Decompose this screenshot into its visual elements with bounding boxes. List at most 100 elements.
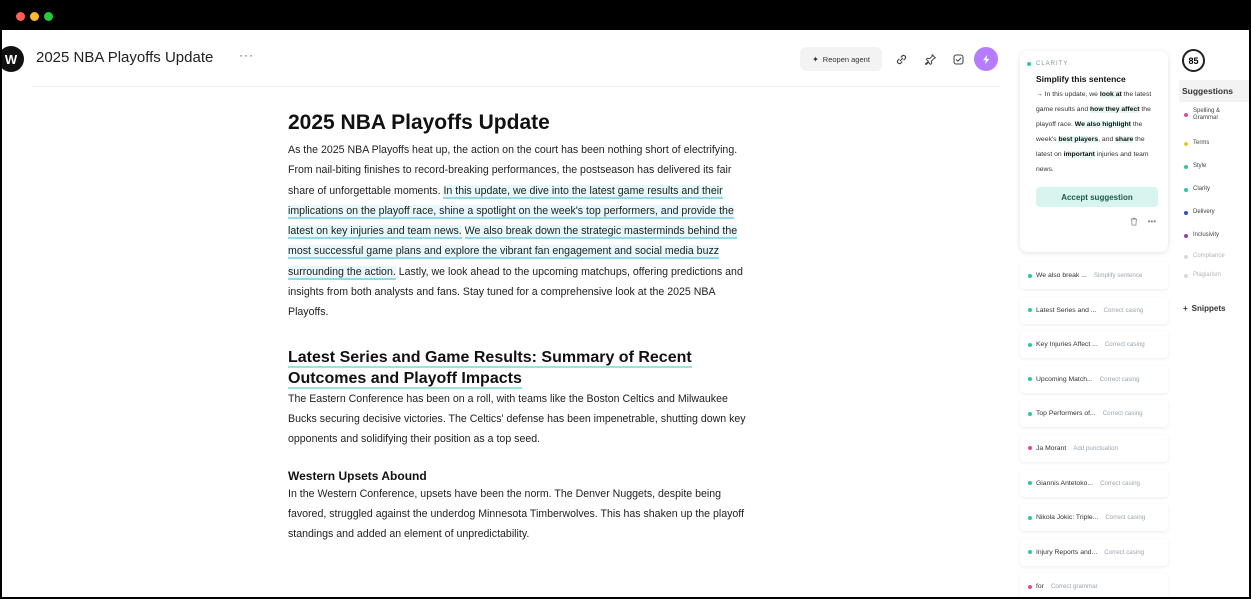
active-suggestion-card[interactable]: CLARITY Simplify this sentence → In this… [1020, 51, 1168, 252]
filter-label: Plagiarism [1193, 272, 1222, 278]
suggestion-text: Ja Morant [1036, 444, 1067, 452]
document-heading: 2025 NBA Playoffs Update [288, 111, 550, 134]
filter-label: Delivery [1193, 209, 1215, 215]
app-logo[interactable]: W [2, 46, 24, 72]
western-paragraph: In the Western Conference, upsets have b… [288, 487, 745, 541]
filter-label: Compliance [1193, 253, 1225, 259]
intro-paragraph: As the 2025 NBA Playoffs heat up, the ac… [288, 140, 748, 323]
reopen-agent-label: Reopen agent [822, 54, 870, 64]
filter-label: Clarity [1193, 186, 1211, 192]
plus-icon: + [1183, 304, 1188, 313]
filter-style[interactable]: Style [1184, 163, 1249, 170]
category-dot-icon [1184, 233, 1188, 238]
suggestion-item[interactable]: Ja Morant Add punctuation [1020, 435, 1168, 462]
suggestion-item[interactable]: Key Injuries Affect ... Correct casing [1020, 331, 1168, 358]
suggestion-text: Upcoming Match... [1036, 375, 1093, 383]
suggestion-category: CLARITY [1027, 61, 1158, 67]
card-actions: ••• [1036, 217, 1158, 228]
reopen-agent-button[interactable]: ✦ Reopen agent [800, 47, 882, 71]
suggestion-dot-icon [1028, 446, 1032, 451]
bolt-icon[interactable] [974, 47, 998, 71]
score-badge[interactable]: 85 [1182, 49, 1205, 72]
preview-change: share [1115, 136, 1134, 143]
pin-icon[interactable] [918, 47, 942, 71]
section-heading-text[interactable]: Latest Series and Game Results: Summary … [288, 348, 692, 389]
suggestion-item[interactable]: Giannis Antetoko... Correct casing [1020, 470, 1168, 497]
suggestion-item[interactable]: for Correct grammar [1020, 573, 1168, 597]
suggestion-dot-icon [1028, 584, 1032, 589]
suggestion-list: We also break ... Simplify sentence Latest… [1020, 262, 1168, 597]
minimize-window-button[interactable] [30, 12, 39, 21]
eastern-paragraph: The Eastern Conference has been on a rol… [288, 392, 746, 446]
suggestion-type: Correct casing [1104, 548, 1145, 556]
snippets-link[interactable]: + Snippets [1183, 304, 1225, 313]
preview-change: best players [1058, 136, 1099, 143]
suggestion-text: Nikola Jokic: Triple... [1036, 514, 1099, 522]
suggestion-preview: → In this update, we look at the latest … [1036, 87, 1158, 177]
filter-label: Terms [1193, 140, 1210, 146]
filter-terms[interactable]: Terms [1184, 140, 1249, 147]
filter-inclusivity[interactable]: Inclusivity [1184, 232, 1249, 239]
app-window: W 2025 NBA Playoffs Update ··· ✦ Reopen … [2, 30, 1249, 597]
suggestion-title: Simplify this sentence [1036, 74, 1126, 84]
category-dot-icon [1184, 164, 1188, 169]
suggestion-type: Add punctuation [1073, 444, 1118, 452]
suggestion-type: Simplify sentence [1093, 272, 1143, 279]
filter-label: Inclusivity [1193, 232, 1220, 238]
suggestion-text: for [1036, 583, 1044, 591]
suggestion-text: Top Performers of... [1036, 410, 1096, 418]
preview-change: We also highlight [1074, 121, 1131, 128]
suggestion-text: Key Injuries Affect ... [1036, 341, 1098, 349]
filter-compliance[interactable]: Compliance [1184, 253, 1249, 260]
filter-plagiarism[interactable]: Plagiarism [1184, 272, 1249, 279]
suggestion-dot-icon [1028, 273, 1032, 278]
suggestion-dot-icon [1028, 481, 1032, 486]
suggestion-type: Correct casing [1099, 375, 1140, 383]
suggestion-item[interactable]: Nikola Jokic: Triple... Correct casing [1020, 504, 1168, 531]
trash-icon[interactable] [1130, 217, 1138, 228]
preview-change: look at [1099, 91, 1122, 98]
link-icon[interactable] [889, 47, 913, 71]
suggestion-dot-icon [1028, 308, 1032, 313]
filter-label: Spelling & Grammar [1193, 108, 1221, 121]
suggestion-dot-icon [1028, 377, 1032, 382]
suggestion-text: Giannis Antetoko... [1036, 479, 1094, 487]
more-icon[interactable]: ••• [1148, 217, 1156, 228]
category-dot-icon [1184, 273, 1188, 278]
snippets-label: Snippets [1191, 304, 1226, 313]
document-title-header[interactable]: 2025 NBA Playoffs Update [36, 49, 213, 66]
category-dot-icon [1184, 113, 1188, 117]
accept-suggestion-button[interactable]: Accept suggestion [1036, 187, 1158, 207]
section-heading-latest-series: Latest Series and Game Results: Summary … [288, 347, 748, 389]
suggestion-item[interactable]: We also break ... Simplify sentence [1020, 262, 1168, 289]
category-filter-list: Spelling & Grammar Terms Style Clarity Deliv… [1184, 108, 1249, 279]
preview-change: important [1063, 151, 1095, 158]
suggestion-item[interactable]: Injury Reports and... Correct casing [1020, 539, 1168, 566]
document-editor[interactable]: 2025 NBA Playoffs Update As the 2025 NBA… [288, 108, 748, 544]
more-options-icon[interactable]: ··· [239, 48, 254, 62]
suggestion-type: Correct casing [1102, 410, 1143, 418]
category-dot-icon [1184, 254, 1188, 259]
suggestion-item[interactable]: Top Performers of... Correct casing [1020, 400, 1168, 427]
suggestion-dot-icon [1028, 515, 1032, 520]
suggestion-dot-icon [1028, 411, 1032, 416]
suggestion-dot-icon [1028, 550, 1032, 555]
filter-clarity[interactable]: Clarity [1184, 186, 1249, 193]
arrow-icon: → [1036, 91, 1043, 98]
close-window-button[interactable] [16, 12, 25, 21]
suggestion-item[interactable]: Latest Series and ... Correct casing [1020, 297, 1168, 324]
preview-text: In this update, we [1042, 91, 1100, 98]
suggestion-type: Correct casing [1100, 479, 1140, 487]
subheading-western-upsets: Western Upsets Abound [288, 468, 427, 483]
category-dot-icon [1184, 210, 1188, 215]
preview-text: , and [1098, 136, 1116, 143]
filter-spelling-grammar[interactable]: Spelling & Grammar [1184, 108, 1249, 122]
suggestion-dot-icon [1028, 342, 1032, 347]
window-titlebar [0, 0, 1251, 30]
shield-check-icon[interactable] [946, 47, 970, 71]
preview-change: how they affect [1090, 106, 1140, 113]
filter-delivery[interactable]: Delivery [1184, 209, 1249, 216]
maximize-window-button[interactable] [44, 12, 53, 21]
suggestion-item[interactable]: Upcoming Match... Correct casing [1020, 366, 1168, 393]
tab-suggestions[interactable]: Suggestions [1179, 80, 1249, 102]
